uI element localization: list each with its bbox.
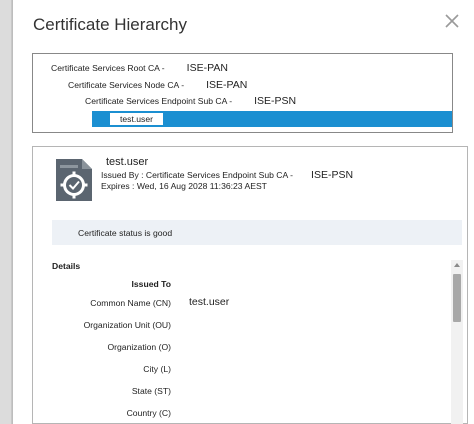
issued-to-heading: Issued To xyxy=(131,279,171,289)
details-heading: Details xyxy=(52,261,81,271)
scrollbar-thumb[interactable] xyxy=(453,274,461,322)
hierarchy-item-selected-label: test.user xyxy=(110,113,163,125)
hierarchy-item-server: ISE-PAN xyxy=(206,79,248,91)
hierarchy-item-label: Certificate Services Node CA - xyxy=(68,80,185,90)
field-label-organization-unit: Organization Unit (OU) xyxy=(83,320,171,330)
hierarchy-item-node-ca[interactable]: Certificate Services Node CA - ISE-PAN xyxy=(68,79,247,91)
certificate-issued-by: Issued By : Certificate Services Endpoin… xyxy=(101,169,353,181)
certificate-hierarchy-dialog: Certificate Hierarchy Certificate Servic… xyxy=(12,0,474,424)
hierarchy-item-root-ca[interactable]: Certificate Services Root CA - ISE-PAN xyxy=(51,62,228,74)
field-label-city: City (L) xyxy=(143,364,171,374)
hierarchy-item-endpoint-sub-ca[interactable]: Certificate Services Endpoint Sub CA - IS… xyxy=(85,95,296,107)
issued-by-server: ISE-PSN xyxy=(311,169,354,181)
field-label-state: State (ST) xyxy=(131,386,171,396)
close-icon[interactable] xyxy=(443,12,461,30)
certificate-gear-icon xyxy=(54,157,94,203)
field-label-organization: Organization (O) xyxy=(107,342,171,352)
hierarchy-item-server: ISE-PSN xyxy=(254,95,297,107)
certificate-details-panel: test.user Issued By : Certificate Servic… xyxy=(32,146,468,424)
certificate-status-bar: Certificate status is good xyxy=(52,220,462,245)
hierarchy-tree: Certificate Services Root CA - ISE-PAN Ce… xyxy=(32,53,453,133)
dialog-title: Certificate Hierarchy xyxy=(33,15,187,34)
field-label-country: Country (C) xyxy=(126,408,171,418)
hierarchy-item-selected[interactable]: test.user xyxy=(92,111,452,127)
hierarchy-item-server: ISE-PAN xyxy=(186,62,228,74)
certificate-expires: Expires : Wed, 16 Aug 2028 11:36:23 AEST xyxy=(101,181,267,191)
certificate-name: test.user xyxy=(106,156,149,168)
scroll-up-arrow-icon[interactable] xyxy=(451,260,463,270)
details-scrollbar[interactable] xyxy=(451,260,463,424)
hierarchy-item-label: Certificate Services Root CA - xyxy=(51,63,165,73)
hierarchy-item-label: Certificate Services Endpoint Sub CA - xyxy=(85,96,233,106)
certificate-status-text: Certificate status is good xyxy=(78,228,173,238)
background-window-edge xyxy=(0,0,12,424)
field-value-common-name: test.user xyxy=(189,296,230,308)
issued-by-label: Issued By : Certificate Services Endpoin… xyxy=(101,170,294,180)
field-label-common-name: Common Name (CN) xyxy=(90,298,171,308)
